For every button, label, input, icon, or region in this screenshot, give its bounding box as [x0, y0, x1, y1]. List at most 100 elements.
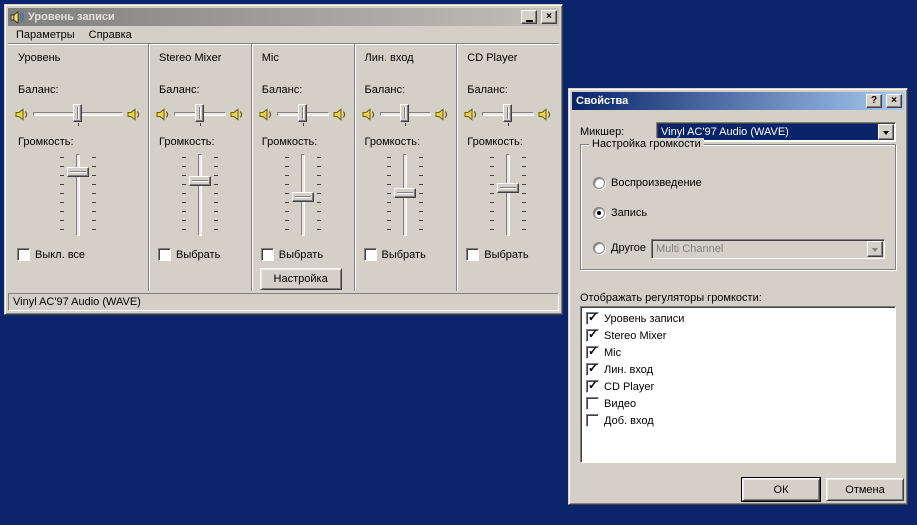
volume-thumb[interactable]: [497, 183, 519, 193]
volume-label: Громкость:: [262, 136, 318, 148]
checkbox[interactable]: [586, 414, 599, 427]
close-button[interactable]: ×: [541, 10, 557, 24]
chevron-down-icon: [883, 131, 889, 138]
dialog-title: Свойства: [574, 95, 864, 107]
balance-thumb[interactable]: [73, 104, 82, 122]
checkbox[interactable]: [586, 397, 599, 410]
balance-track[interactable]: [481, 101, 535, 127]
list-item-aux-in[interactable]: Доб. вход: [583, 412, 893, 429]
volume-controls-listbox[interactable]: Уровень записи Stereo Mixer Mic Лин. вхо…: [580, 306, 896, 463]
speaker-right-icon: [538, 108, 552, 121]
balance-track[interactable]: [32, 101, 124, 127]
channel-mic: Mic Баланс: Громкость:: [251, 44, 354, 291]
volume-controls-list-label: Отображать регуляторы громкости:: [580, 292, 762, 304]
list-item-recording-level[interactable]: Уровень записи: [583, 310, 893, 327]
checkbox[interactable]: [17, 248, 30, 261]
volume-slider[interactable]: [53, 152, 103, 238]
tick-marks: [387, 157, 391, 233]
balance-track[interactable]: [173, 101, 227, 127]
tick-marks: [419, 157, 423, 233]
channel-name: CD Player: [467, 52, 517, 64]
chevron-down-icon: [872, 248, 878, 255]
mixer-label: Микшер:: [580, 126, 656, 138]
volume-slider[interactable]: [175, 152, 225, 238]
volume-thumb[interactable]: [292, 192, 314, 202]
radio-icon[interactable]: [593, 242, 605, 254]
balance-thumb[interactable]: [195, 104, 204, 122]
list-item-video[interactable]: Видео: [583, 395, 893, 412]
group-title: Настройка громкости: [589, 138, 704, 150]
balance-thumb[interactable]: [503, 104, 512, 122]
dropdown-button[interactable]: [878, 124, 894, 140]
list-item-label: CD Player: [604, 381, 654, 393]
tick-marks: [60, 157, 64, 233]
list-item-mic[interactable]: Mic: [583, 344, 893, 361]
close-button[interactable]: ×: [886, 94, 902, 108]
channel-line-in: Лин. вход Баланс: Громкость:: [354, 44, 457, 291]
select-checkbox-row[interactable]: Выбрать: [466, 248, 528, 261]
list-item-cd-player[interactable]: CD Player: [583, 378, 893, 395]
balance-label: Баланс:: [467, 84, 508, 96]
checkbox[interactable]: [586, 380, 599, 393]
radio-recording[interactable]: Запись: [593, 207, 647, 219]
volume-label: Громкость:: [467, 136, 523, 148]
help-button[interactable]: ?: [866, 94, 882, 108]
checkbox-label: Выбрать: [382, 249, 426, 261]
radio-playback[interactable]: Воспроизведение: [593, 177, 702, 189]
checkbox[interactable]: [586, 346, 599, 359]
properties-titlebar[interactable]: Свойства ? ×: [572, 92, 904, 110]
window-title: Уровень записи: [26, 11, 519, 23]
ok-button[interactable]: ОК: [742, 478, 820, 501]
dropdown-button: [867, 241, 883, 257]
menu-options[interactable]: Параметры: [9, 27, 82, 43]
list-item-stereo-mixer[interactable]: Stereo Mixer: [583, 327, 893, 344]
checkbox-label: Выкл. все: [35, 249, 85, 261]
list-item-line-in[interactable]: Лин. вход: [583, 361, 893, 378]
checkbox[interactable]: [466, 248, 479, 261]
minimize-icon: [526, 20, 533, 22]
volume-groove: [506, 154, 510, 236]
checkbox[interactable]: [586, 329, 599, 342]
advanced-settings-button[interactable]: Настройка: [260, 268, 342, 290]
balance-label: Баланс:: [365, 84, 406, 96]
channel-strip-area: Уровень Баланс: Громкость:: [8, 44, 559, 291]
volume-slider[interactable]: [278, 152, 328, 238]
recording-window-titlebar[interactable]: Уровень записи ×: [8, 8, 559, 26]
speaker-left-icon: [15, 108, 29, 121]
minimize-button[interactable]: [521, 10, 537, 24]
menu-help[interactable]: Справка: [82, 27, 139, 43]
radio-icon[interactable]: [593, 177, 605, 189]
cancel-button[interactable]: Отмена: [826, 478, 904, 501]
volume-slider[interactable]: [483, 152, 533, 238]
menu-bar: Параметры Справка: [8, 26, 559, 44]
radio-other[interactable]: Другое: [593, 242, 646, 254]
select-checkbox-row[interactable]: Выбрать: [364, 248, 426, 261]
volume-label: Громкость:: [365, 136, 421, 148]
volume-thumb[interactable]: [67, 167, 89, 177]
select-checkbox-row[interactable]: Выбрать: [158, 248, 220, 261]
mute-all-checkbox-row[interactable]: Выкл. все: [17, 248, 85, 261]
speaker-left-icon: [156, 108, 170, 121]
checkbox-label: Выбрать: [176, 249, 220, 261]
other-combobox: Multi Channel: [651, 239, 885, 259]
checkbox[interactable]: [586, 363, 599, 376]
balance-thumb[interactable]: [298, 104, 307, 122]
balance-thumb[interactable]: [400, 104, 409, 122]
checkbox[interactable]: [364, 248, 377, 261]
checkbox[interactable]: [261, 248, 274, 261]
speaker-left-icon: [464, 108, 478, 121]
radio-icon[interactable]: [593, 207, 605, 219]
app-icon: [10, 10, 24, 24]
volume-slider[interactable]: [380, 152, 430, 238]
speaker-left-icon: [362, 108, 376, 121]
volume-thumb[interactable]: [189, 176, 211, 186]
balance-label: Баланс:: [262, 84, 303, 96]
channel-name: Уровень: [18, 52, 60, 64]
checkbox[interactable]: [158, 248, 171, 261]
volume-thumb[interactable]: [394, 188, 416, 198]
balance-track[interactable]: [379, 101, 433, 127]
balance-slider: [156, 100, 244, 128]
select-checkbox-row[interactable]: Выбрать: [261, 248, 323, 261]
checkbox[interactable]: [586, 312, 599, 325]
balance-track[interactable]: [276, 101, 330, 127]
